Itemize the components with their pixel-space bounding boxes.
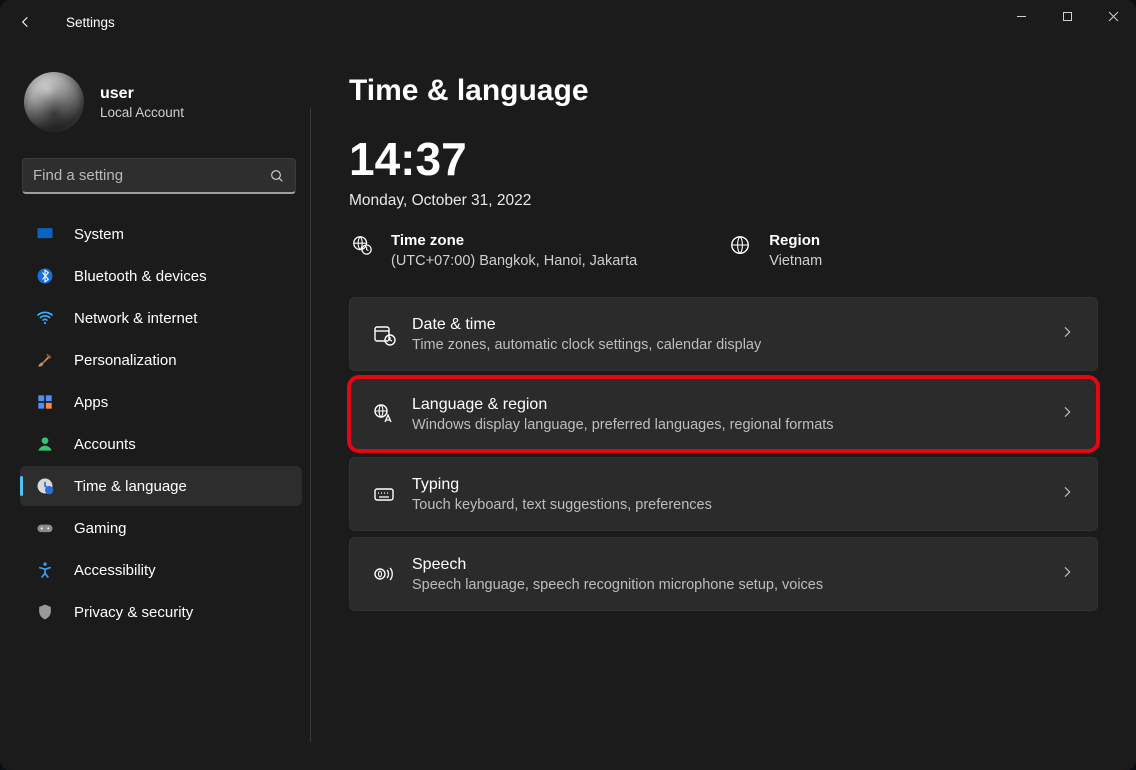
- card-date-time[interactable]: Date & time Time zones, automatic clock …: [349, 297, 1098, 371]
- calendar-clock-icon: [372, 322, 412, 346]
- main: Time & language 14:37 Monday, October 31…: [311, 44, 1136, 770]
- display-icon: [34, 223, 56, 245]
- search-box[interactable]: [22, 158, 296, 194]
- apps-icon: [34, 391, 56, 413]
- clock: 14:37: [349, 136, 1098, 182]
- card-language-region[interactable]: Language & region Windows display langua…: [349, 377, 1098, 451]
- sidebar-item-label: Personalization: [74, 352, 177, 369]
- settings-window: { "titlebar": { "title": "Settings" }, "…: [0, 0, 1136, 770]
- sidebar-item-time-language[interactable]: Time & language: [20, 466, 302, 506]
- sidebar-item-network[interactable]: Network & internet: [20, 298, 302, 338]
- titlebar: Settings: [0, 0, 1136, 44]
- account-text: user Local Account: [100, 85, 184, 120]
- chevron-right-icon: [1059, 324, 1075, 345]
- timezone-info[interactable]: Time zone (UTC+07:00) Bangkok, Hanoi, Ja…: [349, 232, 637, 269]
- back-button[interactable]: [18, 14, 48, 30]
- region-info[interactable]: Region Vietnam: [727, 232, 822, 269]
- avatar: [24, 72, 84, 132]
- card-title: Language & region: [412, 396, 1059, 414]
- accessibility-icon: [34, 559, 56, 581]
- card-title: Date & time: [412, 316, 1059, 334]
- region-title: Region: [769, 232, 822, 249]
- window-controls: [998, 0, 1136, 32]
- titlebar-title: Settings: [66, 15, 115, 30]
- sidebar-item-label: Accessibility: [74, 562, 156, 579]
- timezone-icon: [349, 232, 375, 256]
- account-subtitle: Local Account: [100, 105, 184, 120]
- search-icon: [269, 168, 285, 184]
- sidebar-item-label: Network & internet: [74, 310, 197, 327]
- nav: System Bluetooth & devices Network & int…: [20, 214, 302, 632]
- card-title: Speech: [412, 556, 1059, 574]
- globe-icon: [727, 232, 753, 256]
- sidebar-item-label: System: [74, 226, 124, 243]
- language-icon: [372, 402, 412, 426]
- card-title: Typing: [412, 476, 1059, 494]
- shield-icon: [34, 601, 56, 623]
- minimize-icon: [1016, 11, 1027, 22]
- card-speech[interactable]: Speech Speech language, speech recogniti…: [349, 537, 1098, 611]
- bluetooth-icon: [34, 265, 56, 287]
- clock-globe-icon: [34, 475, 56, 497]
- wifi-icon: [34, 307, 56, 329]
- timezone-value: (UTC+07:00) Bangkok, Hanoi, Jakarta: [391, 253, 637, 269]
- region-value: Vietnam: [769, 253, 822, 269]
- sidebar-item-accessibility[interactable]: Accessibility: [20, 550, 302, 590]
- body: user Local Account System Bluetooth & de…: [0, 44, 1136, 770]
- chevron-right-icon: [1059, 484, 1075, 505]
- speech-icon: [372, 562, 412, 586]
- card-subtitle: Time zones, automatic clock settings, ca…: [412, 337, 1059, 353]
- chevron-right-icon: [1059, 564, 1075, 585]
- sidebar-item-personalization[interactable]: Personalization: [20, 340, 302, 380]
- account-name: user: [100, 85, 184, 103]
- sidebar-item-label: Gaming: [74, 520, 127, 537]
- timezone-title: Time zone: [391, 232, 637, 249]
- sidebar: user Local Account System Bluetooth & de…: [0, 44, 310, 770]
- account-block[interactable]: user Local Account: [20, 54, 302, 140]
- card-subtitle: Speech language, speech recognition micr…: [412, 577, 1059, 593]
- paintbrush-icon: [34, 349, 56, 371]
- person-icon: [34, 433, 56, 455]
- sidebar-item-system[interactable]: System: [20, 214, 302, 254]
- card-subtitle: Touch keyboard, text suggestions, prefer…: [412, 497, 1059, 513]
- chevron-right-icon: [1059, 404, 1075, 425]
- keyboard-icon: [372, 482, 412, 506]
- sidebar-item-label: Bluetooth & devices: [74, 268, 207, 285]
- sidebar-item-accounts[interactable]: Accounts: [20, 424, 302, 464]
- gamepad-icon: [34, 517, 56, 539]
- card-subtitle: Windows display language, preferred lang…: [412, 417, 1059, 433]
- sidebar-item-label: Privacy & security: [74, 604, 193, 621]
- sidebar-item-label: Time & language: [74, 478, 187, 495]
- search-input[interactable]: [33, 167, 269, 184]
- sidebar-item-privacy[interactable]: Privacy & security: [20, 592, 302, 632]
- maximize-icon: [1062, 11, 1073, 22]
- maximize-button[interactable]: [1044, 0, 1090, 32]
- minimize-button[interactable]: [998, 0, 1044, 32]
- card-typing[interactable]: Typing Touch keyboard, text suggestions,…: [349, 457, 1098, 531]
- sidebar-item-label: Accounts: [74, 436, 136, 453]
- sidebar-item-apps[interactable]: Apps: [20, 382, 302, 422]
- date: Monday, October 31, 2022: [349, 192, 1098, 210]
- sidebar-item-label: Apps: [74, 394, 108, 411]
- close-icon: [1108, 11, 1119, 22]
- sidebar-item-bluetooth[interactable]: Bluetooth & devices: [20, 256, 302, 296]
- close-button[interactable]: [1090, 0, 1136, 32]
- page-title: Time & language: [349, 74, 1098, 108]
- sidebar-item-gaming[interactable]: Gaming: [20, 508, 302, 548]
- cards: Date & time Time zones, automatic clock …: [349, 297, 1098, 611]
- arrow-left-icon: [18, 14, 34, 30]
- info-row: Time zone (UTC+07:00) Bangkok, Hanoi, Ja…: [349, 232, 1098, 269]
